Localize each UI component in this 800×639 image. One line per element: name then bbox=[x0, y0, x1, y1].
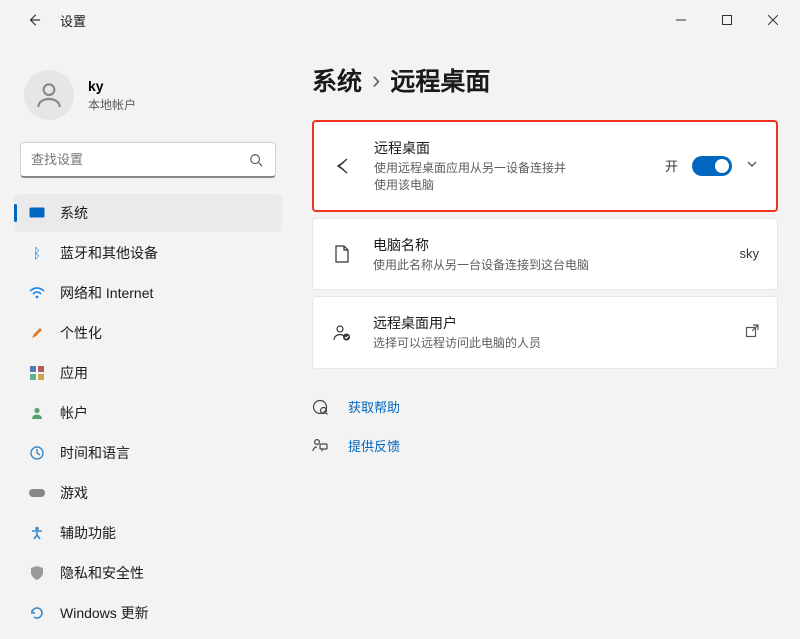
shield-icon bbox=[28, 564, 46, 582]
avatar bbox=[24, 70, 74, 120]
sidebar: ky 本地帐户 系统 ᛒ 蓝牙和其他设备 网络和 Internet bbox=[0, 40, 290, 639]
sidebar-item-label: 网络和 Internet bbox=[60, 283, 153, 303]
sidebar-item-time-language[interactable]: 时间和语言 bbox=[14, 434, 282, 472]
sidebar-item-system[interactable]: 系统 bbox=[14, 194, 282, 232]
breadcrumb-root[interactable]: 系统 bbox=[312, 62, 362, 98]
document-icon bbox=[331, 245, 353, 263]
feedback-icon bbox=[312, 439, 332, 453]
chevron-down-icon[interactable] bbox=[746, 158, 758, 173]
page-title: 远程桌面 bbox=[390, 62, 490, 98]
sidebar-item-windows-update[interactable]: Windows 更新 bbox=[14, 594, 282, 632]
search-icon bbox=[247, 151, 265, 169]
pc-name-value: sky bbox=[740, 246, 760, 261]
card-desc: 使用远程桌面应用从另一设备连接并使用该电脑 bbox=[374, 160, 574, 194]
user-type: 本地帐户 bbox=[88, 96, 136, 113]
accessibility-icon bbox=[28, 524, 46, 542]
update-icon bbox=[28, 604, 46, 622]
person-icon bbox=[28, 404, 46, 422]
sidebar-item-personalization[interactable]: 个性化 bbox=[14, 314, 282, 352]
user-check-icon bbox=[331, 324, 353, 342]
help-icon bbox=[312, 399, 332, 415]
close-button[interactable] bbox=[750, 4, 796, 36]
apps-icon bbox=[28, 364, 46, 382]
sidebar-item-label: 帐户 bbox=[60, 403, 88, 423]
app-title: 设置 bbox=[60, 11, 86, 30]
user-profile[interactable]: ky 本地帐户 bbox=[14, 52, 282, 142]
content: 系统 › 远程桌面 远程桌面 使用远程桌面应用从另一设备连接并使用该电脑 开 bbox=[290, 40, 800, 639]
card-remote-users[interactable]: 远程桌面用户 选择可以远程访问此电脑的人员 bbox=[312, 296, 778, 369]
gamepad-icon bbox=[28, 484, 46, 502]
sidebar-item-label: 个性化 bbox=[60, 323, 102, 343]
give-feedback-link[interactable]: 提供反馈 bbox=[312, 436, 778, 455]
toggle-state-label: 开 bbox=[665, 156, 678, 175]
remote-desktop-toggle[interactable] bbox=[692, 156, 732, 176]
sidebar-item-label: 游戏 bbox=[60, 483, 88, 503]
card-title: 电脑名称 bbox=[373, 235, 720, 255]
sidebar-item-privacy[interactable]: 隐私和安全性 bbox=[14, 554, 282, 592]
clock-globe-icon bbox=[28, 444, 46, 462]
nav: 系统 ᛒ 蓝牙和其他设备 网络和 Internet 个性化 应用 帐户 bbox=[14, 194, 282, 632]
titlebar: 设置 bbox=[0, 0, 800, 40]
search-input[interactable] bbox=[31, 152, 247, 167]
minimize-button[interactable] bbox=[658, 4, 704, 36]
user-name: ky bbox=[88, 78, 136, 94]
sidebar-item-label: 隐私和安全性 bbox=[60, 563, 144, 583]
get-help-link[interactable]: 获取帮助 bbox=[312, 397, 778, 416]
chevron-right-icon: › bbox=[372, 66, 380, 95]
card-desc: 使用此名称从另一台设备连接到这台电脑 bbox=[373, 257, 720, 274]
link-label: 提供反馈 bbox=[348, 436, 400, 455]
back-button[interactable] bbox=[26, 12, 42, 28]
card-pc-name[interactable]: 电脑名称 使用此名称从另一台设备连接到这台电脑 sky bbox=[312, 218, 778, 291]
breadcrumb: 系统 › 远程桌面 bbox=[312, 62, 778, 98]
maximize-button[interactable] bbox=[704, 4, 750, 36]
bluetooth-icon: ᛒ bbox=[28, 244, 46, 262]
card-title: 远程桌面用户 bbox=[373, 313, 725, 333]
external-link-icon bbox=[745, 324, 759, 341]
sidebar-item-gaming[interactable]: 游戏 bbox=[14, 474, 282, 512]
search-box[interactable] bbox=[20, 142, 276, 178]
sidebar-item-accessibility[interactable]: 辅助功能 bbox=[14, 514, 282, 552]
sidebar-item-label: 辅助功能 bbox=[60, 523, 116, 543]
link-label: 获取帮助 bbox=[348, 397, 400, 416]
sidebar-item-accounts[interactable]: 帐户 bbox=[14, 394, 282, 432]
sidebar-item-label: 蓝牙和其他设备 bbox=[60, 243, 158, 263]
brush-icon bbox=[28, 324, 46, 342]
card-title: 远程桌面 bbox=[374, 138, 645, 158]
sidebar-item-label: Windows 更新 bbox=[60, 603, 149, 623]
wifi-icon bbox=[28, 284, 46, 302]
sidebar-item-label: 时间和语言 bbox=[60, 443, 130, 463]
sidebar-item-label: 系统 bbox=[60, 203, 88, 223]
sidebar-item-apps[interactable]: 应用 bbox=[14, 354, 282, 392]
sidebar-item-network[interactable]: 网络和 Internet bbox=[14, 274, 282, 312]
remote-desktop-icon bbox=[332, 156, 354, 176]
system-icon bbox=[28, 204, 46, 222]
sidebar-item-bluetooth[interactable]: ᛒ 蓝牙和其他设备 bbox=[14, 234, 282, 272]
card-remote-desktop[interactable]: 远程桌面 使用远程桌面应用从另一设备连接并使用该电脑 开 bbox=[312, 120, 778, 212]
sidebar-item-label: 应用 bbox=[60, 363, 88, 383]
card-desc: 选择可以远程访问此电脑的人员 bbox=[373, 335, 725, 352]
